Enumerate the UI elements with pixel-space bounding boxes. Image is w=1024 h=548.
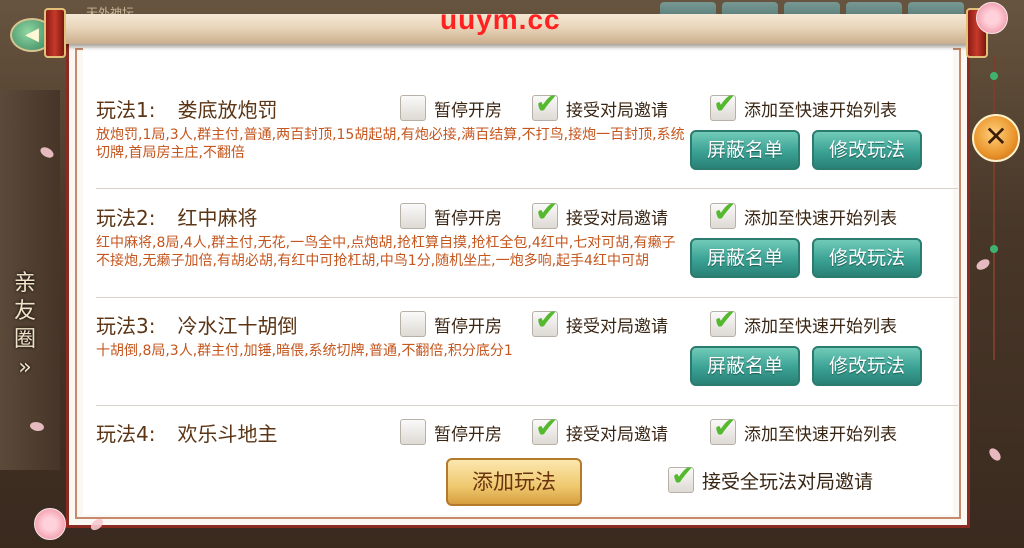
pause-room-checkbox[interactable] xyxy=(400,203,426,229)
block-list-button[interactable]: 屏蔽名单 xyxy=(690,238,800,278)
quick-start-label: 添加至快速开始列表 xyxy=(744,316,897,337)
pause-room-label: 暂停开房 xyxy=(434,208,502,229)
check-icon: ✔ xyxy=(535,418,559,444)
quick-start-checkbox[interactable]: ✔ xyxy=(710,88,736,121)
blossom-decoration xyxy=(34,508,66,540)
rule-row: 玩法4: 欢乐斗地主 暂停开房 ✔ 接受对局邀请 ✔ 添加至快速开始列表 xyxy=(96,418,958,448)
block-list-button[interactable]: 屏蔽名单 xyxy=(690,130,800,170)
edit-rule-button[interactable]: 修改玩法 xyxy=(812,346,922,386)
add-rule-button[interactable]: 添加玩法 xyxy=(446,458,582,506)
side-label-char: » xyxy=(18,355,32,380)
pause-room-label: 暂停开房 xyxy=(434,100,502,121)
side-label-char: 亲 xyxy=(13,271,36,296)
pause-room-option[interactable]: 暂停开房 xyxy=(400,418,502,446)
quick-start-checkbox[interactable]: ✔ xyxy=(710,304,736,337)
accept-invite-checkbox[interactable]: ✔ xyxy=(532,196,558,229)
accept-invite-checkbox[interactable]: ✔ xyxy=(532,88,558,121)
quick-start-option[interactable]: ✔ 添加至快速开始列表 xyxy=(710,304,897,338)
check-icon: ✔ xyxy=(535,303,559,336)
accept-invite-label: 接受对局邀请 xyxy=(566,316,668,337)
row-divider xyxy=(96,188,958,189)
jade-bead xyxy=(990,245,998,253)
pause-room-label: 暂停开房 xyxy=(434,316,502,337)
edit-rule-button[interactable]: 修改玩法 xyxy=(812,238,922,278)
rule-title: 玩法1: 娄底放炮罚 xyxy=(96,94,277,123)
check-icon: ✔ xyxy=(713,418,737,444)
rule-number: 玩法3: xyxy=(96,314,156,338)
close-button[interactable]: ✕ xyxy=(972,114,1020,162)
quick-start-option[interactable]: ✔ 添加至快速开始列表 xyxy=(710,88,897,122)
rule-name: 娄底放炮罚 xyxy=(177,98,278,122)
rule-name: 冷水江十胡倒 xyxy=(177,314,298,338)
rule-description: 放炮罚,1局,3人,群主付,普通,两百封顶,15胡起胡,有炮必接,满百结算,不打… xyxy=(96,127,685,161)
edit-rule-button[interactable]: 修改玩法 xyxy=(812,130,922,170)
rod-cap-left xyxy=(44,8,66,58)
rule-row: 玩法1: 娄底放炮罚 暂停开房 ✔ 接受对局邀请 ✔ 添加至快速开始列表 放炮罚,… xyxy=(96,88,958,184)
quick-start-option[interactable]: ✔ 添加至快速开始列表 xyxy=(710,196,897,230)
accept-invite-option[interactable]: ✔ 接受对局邀请 xyxy=(532,418,668,446)
quick-start-checkbox[interactable]: ✔ xyxy=(710,196,736,229)
rule-title: 玩法2: 红中麻将 xyxy=(96,202,257,231)
check-icon: ✔ xyxy=(713,303,737,336)
pause-room-checkbox[interactable] xyxy=(400,419,426,445)
rule-description: 红中麻将,8局,4人,群主付,无花,一鸟全中,点炮胡,抢杠算自摸,抢杠全包,4红… xyxy=(96,235,676,269)
rule-name: 欢乐斗地主 xyxy=(177,422,278,446)
rule-title: 玩法3: 冷水江十胡倒 xyxy=(96,310,297,339)
rule-number: 玩法1: xyxy=(96,98,156,122)
rule-row: 玩法3: 冷水江十胡倒 暂停开房 ✔ 接受对局邀请 ✔ 添加至快速开始列表 十胡倒… xyxy=(96,304,958,400)
accept-all-label: 接受全玩法对局邀请 xyxy=(702,470,874,493)
jade-bead xyxy=(990,72,998,80)
pause-room-label: 暂停开房 xyxy=(434,424,502,445)
back-icon: ◀ xyxy=(25,24,39,45)
hanging-cord xyxy=(993,160,995,360)
rule-description: 十胡倒,8局,3人,群主付,加锤,暗偎,系统切牌,普通,不翻倍,积分底分1 xyxy=(96,343,513,359)
pause-room-option[interactable]: 暂停开房 xyxy=(400,94,502,122)
hanging-cord xyxy=(993,56,995,116)
quick-start-checkbox[interactable]: ✔ xyxy=(710,418,737,445)
block-list-button[interactable]: 屏蔽名单 xyxy=(690,346,800,386)
accept-invite-checkbox[interactable]: ✔ xyxy=(532,304,558,337)
close-icon: ✕ xyxy=(984,120,1008,153)
pause-room-checkbox[interactable] xyxy=(400,95,426,121)
accept-all-invites-option[interactable]: ✔ 接受全玩法对局邀请 xyxy=(668,460,874,494)
accept-invite-label: 接受对局邀请 xyxy=(566,424,668,445)
accept-all-checkbox[interactable]: ✔ xyxy=(668,460,694,493)
accept-invite-option[interactable]: ✔ 接受对局邀请 xyxy=(532,196,668,230)
quick-start-label: 添加至快速开始列表 xyxy=(744,100,897,121)
accept-invite-option[interactable]: ✔ 接受对局邀请 xyxy=(532,304,668,338)
pause-room-option[interactable]: 暂停开房 xyxy=(400,310,502,338)
blossom-decoration xyxy=(976,2,1008,34)
quick-start-option[interactable]: ✔ 添加至快速开始列表 xyxy=(710,418,897,446)
check-icon: ✔ xyxy=(671,459,695,492)
side-label-char: 圈 xyxy=(13,327,36,352)
pause-room-checkbox[interactable] xyxy=(400,311,426,337)
check-icon: ✔ xyxy=(713,87,737,120)
rule-row: 玩法2: 红中麻将 暂停开房 ✔ 接受对局邀请 ✔ 添加至快速开始列表 红中麻将,… xyxy=(96,196,958,292)
quick-start-label: 添加至快速开始列表 xyxy=(744,208,897,229)
check-icon: ✔ xyxy=(713,195,737,228)
check-icon: ✔ xyxy=(535,87,559,120)
side-label-char: 友 xyxy=(13,299,36,324)
row-divider xyxy=(96,405,958,406)
accept-invite-checkbox[interactable]: ✔ xyxy=(532,418,559,445)
check-icon: ✔ xyxy=(535,195,559,228)
row-divider xyxy=(96,297,958,298)
rule-number: 玩法2: xyxy=(96,206,156,230)
accept-invite-option[interactable]: ✔ 接受对局邀请 xyxy=(532,88,668,122)
accept-invite-label: 接受对局邀请 xyxy=(566,100,668,121)
watermark: uuym.cc xyxy=(440,4,561,35)
rule-name: 红中麻将 xyxy=(177,206,258,230)
rule-number: 玩法4: xyxy=(96,422,156,446)
friend-circle-tab[interactable]: 亲 友 圈 » xyxy=(10,270,40,382)
rule-title: 玩法4: 欢乐斗地主 xyxy=(96,418,277,447)
quick-start-label: 添加至快速开始列表 xyxy=(744,424,897,445)
accept-invite-label: 接受对局邀请 xyxy=(566,208,668,229)
pause-room-option[interactable]: 暂停开房 xyxy=(400,202,502,230)
